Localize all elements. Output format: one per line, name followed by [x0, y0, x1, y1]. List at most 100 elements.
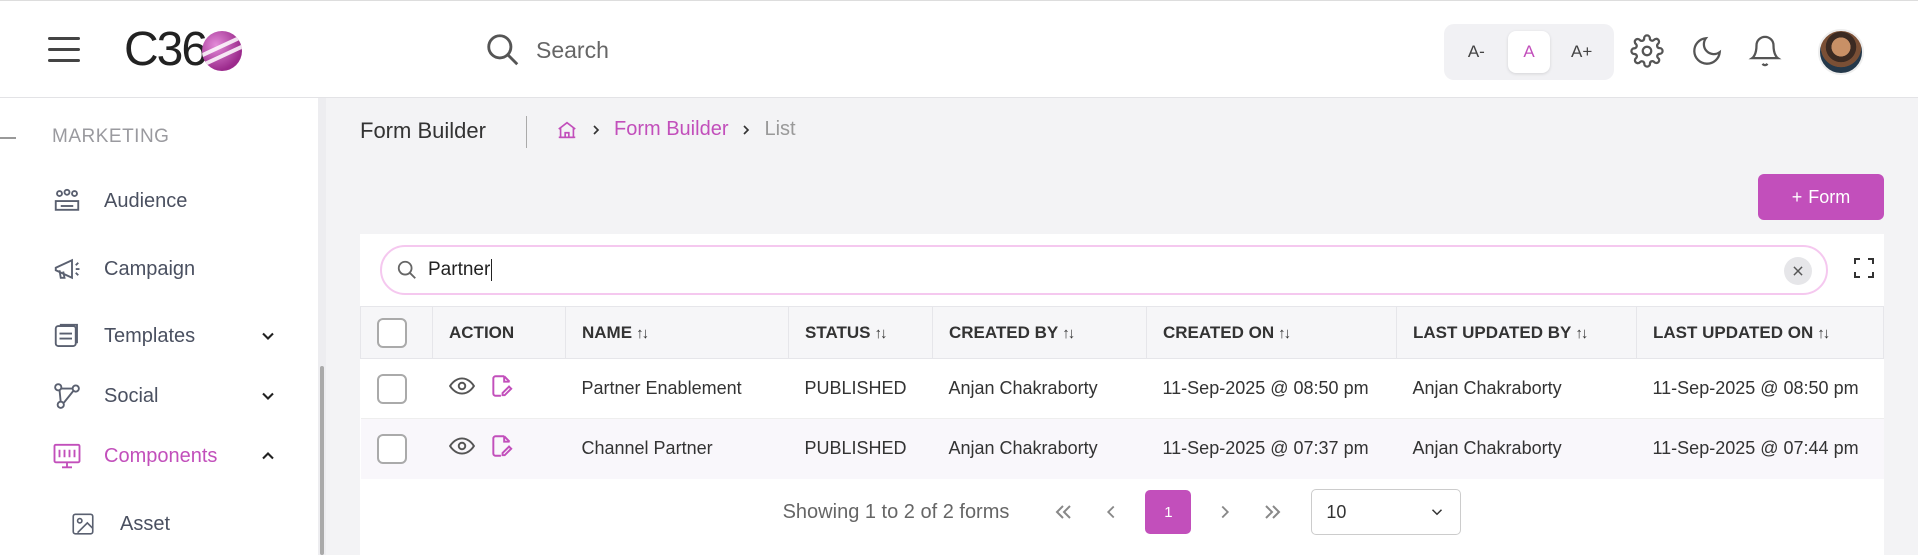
gear-icon[interactable] — [1630, 34, 1664, 68]
global-search[interactable]: Search — [484, 31, 609, 69]
action-cell — [432, 358, 566, 419]
forms-table: ACTION NAME ↑↓ STATUS ↑↓ CREATED BY ↑↓ CREA… — [360, 306, 1884, 479]
first-page-icon[interactable] — [1045, 490, 1081, 534]
search-placeholder: Search — [536, 36, 609, 63]
sort-icon[interactable]: ↑↓ — [1278, 325, 1291, 342]
audience-icon — [52, 186, 82, 216]
sidebar-item-social[interactable]: Social — [52, 376, 292, 416]
column-header-last-updated-on[interactable]: LAST UPDATED ON ↑↓ — [1636, 306, 1884, 359]
sidebar-item-label: Components — [104, 444, 218, 467]
fullscreen-icon[interactable] — [1852, 256, 1876, 280]
edit-icon[interactable] — [489, 433, 515, 459]
action-cell — [432, 418, 566, 479]
row-checkbox[interactable] — [376, 433, 407, 464]
scrollbar-thumb[interactable] — [320, 366, 324, 555]
last-page-icon[interactable] — [1255, 490, 1291, 534]
page-number-button[interactable]: 1 — [1145, 490, 1192, 534]
select-cell — [360, 358, 433, 419]
sidebar-item-audience[interactable]: Audience — [52, 181, 292, 221]
avatar[interactable] — [1818, 29, 1864, 75]
chevron-right-icon — [743, 124, 750, 135]
collapse-indicator — [0, 137, 16, 139]
sidebar-item-components[interactable]: Components — [52, 436, 292, 476]
prev-page-icon[interactable] — [1093, 490, 1129, 534]
font-size-switcher: A- A A+ — [1444, 24, 1614, 80]
table-row[interactable]: Channel Partner PUBLISHED Anjan Chakrabo… — [360, 418, 1884, 479]
column-header-name[interactable]: NAME ↑↓ — [565, 306, 789, 359]
image-icon — [68, 509, 98, 539]
sort-icon[interactable]: ↑↓ — [1062, 325, 1075, 342]
plus-icon: + — [1791, 186, 1803, 207]
created-on-cell: 11-Sep-2025 @ 08:50 pm — [1146, 358, 1397, 419]
name-cell: Channel Partner — [565, 418, 789, 479]
main-content: Form Builder Form Builder List + Form Pa… — [326, 98, 1918, 555]
sidebar-scrollbar[interactable] — [318, 98, 326, 555]
templates-icon — [52, 321, 82, 351]
column-label: CREATED BY — [949, 322, 1059, 342]
status-cell: PUBLISHED — [788, 358, 933, 419]
share-icon — [52, 381, 82, 411]
column-header-created-by[interactable]: CREATED BY ↑↓ — [932, 306, 1147, 359]
chevron-right-icon — [593, 124, 600, 135]
next-page-icon[interactable] — [1207, 490, 1243, 534]
bell-icon[interactable] — [1748, 34, 1782, 68]
sidebar-item-asset[interactable]: Asset — [68, 504, 308, 544]
logo-text: C36 — [124, 22, 208, 76]
add-form-button[interactable]: + Form — [1758, 174, 1884, 220]
table-search-input[interactable]: Partner — [380, 245, 1828, 295]
components-icon — [52, 441, 82, 471]
sidebar-item-label: Campaign — [104, 257, 196, 280]
view-eye-icon[interactable] — [448, 373, 475, 399]
column-header-last-updated-by[interactable]: LAST UPDATED BY ↑↓ — [1396, 306, 1637, 359]
sort-icon[interactable]: ↑↓ — [636, 325, 649, 342]
sidebar-section-label: MARKETING — [52, 126, 170, 147]
select-all-checkbox[interactable] — [377, 317, 407, 348]
sort-icon[interactable]: ↑↓ — [1575, 325, 1588, 342]
sort-icon[interactable]: ↑↓ — [874, 325, 887, 342]
pagination: Showing 1 to 2 of 2 forms 1 10 — [360, 484, 1884, 540]
sidebar-item-label: Asset — [120, 512, 171, 535]
sidebar-item-label: Social — [104, 384, 159, 407]
search-value: Partner — [428, 259, 491, 280]
sidebar-item-label: Audience — [104, 189, 188, 212]
title-divider — [526, 116, 527, 148]
breadcrumb-link[interactable]: Form Builder — [614, 118, 728, 141]
sidebar-item-campaign[interactable]: Campaign — [52, 249, 292, 289]
top-bar: C36 Search A- A A+ — [0, 0, 1918, 98]
created-by-cell: Anjan Chakraborty — [932, 358, 1147, 419]
sidebar: MARKETING Audience Campaign Templates So… — [0, 98, 318, 555]
chevron-down-icon — [1432, 509, 1443, 516]
page-size-select[interactable]: 10 — [1311, 489, 1462, 535]
column-header-status[interactable]: STATUS ↑↓ — [788, 306, 933, 359]
chevron-down-icon[interactable] — [258, 326, 278, 346]
updated-by-cell: Anjan Chakraborty — [1396, 358, 1637, 419]
view-eye-icon[interactable] — [448, 433, 475, 459]
column-label: ACTION — [449, 322, 515, 342]
search-icon — [397, 260, 416, 279]
chevron-down-icon[interactable] — [258, 386, 278, 406]
column-label: LAST UPDATED ON — [1653, 322, 1814, 342]
page-title: Form Builder — [360, 118, 486, 143]
updated-on-cell: 11-Sep-2025 @ 08:50 pm — [1636, 358, 1884, 419]
row-checkbox[interactable] — [376, 373, 407, 404]
megaphone-icon — [52, 254, 82, 284]
select-all-cell — [360, 306, 433, 359]
status-cell: PUBLISHED — [788, 418, 933, 479]
font-decrease-button[interactable]: A- — [1455, 31, 1497, 73]
sidebar-item-templates[interactable]: Templates — [52, 316, 292, 356]
text-caret — [491, 259, 493, 281]
sort-icon[interactable]: ↑↓ — [1817, 325, 1830, 342]
home-icon[interactable] — [556, 119, 578, 141]
column-header-created-on[interactable]: CREATED ON ↑↓ — [1146, 306, 1397, 359]
menu-icon[interactable] — [48, 37, 80, 63]
chevron-up-icon[interactable] — [258, 446, 278, 466]
clear-search-button[interactable] — [1784, 257, 1812, 285]
name-cell: Partner Enablement — [565, 358, 789, 419]
moon-icon[interactable] — [1690, 34, 1724, 68]
edit-icon[interactable] — [489, 373, 515, 399]
font-increase-button[interactable]: A+ — [1561, 31, 1603, 73]
table-row[interactable]: Partner Enablement PUBLISHED Anjan Chakr… — [360, 358, 1884, 419]
font-normal-button[interactable]: A — [1507, 31, 1550, 73]
logo-globe-icon — [202, 31, 243, 71]
logo[interactable]: C36 — [124, 22, 243, 76]
